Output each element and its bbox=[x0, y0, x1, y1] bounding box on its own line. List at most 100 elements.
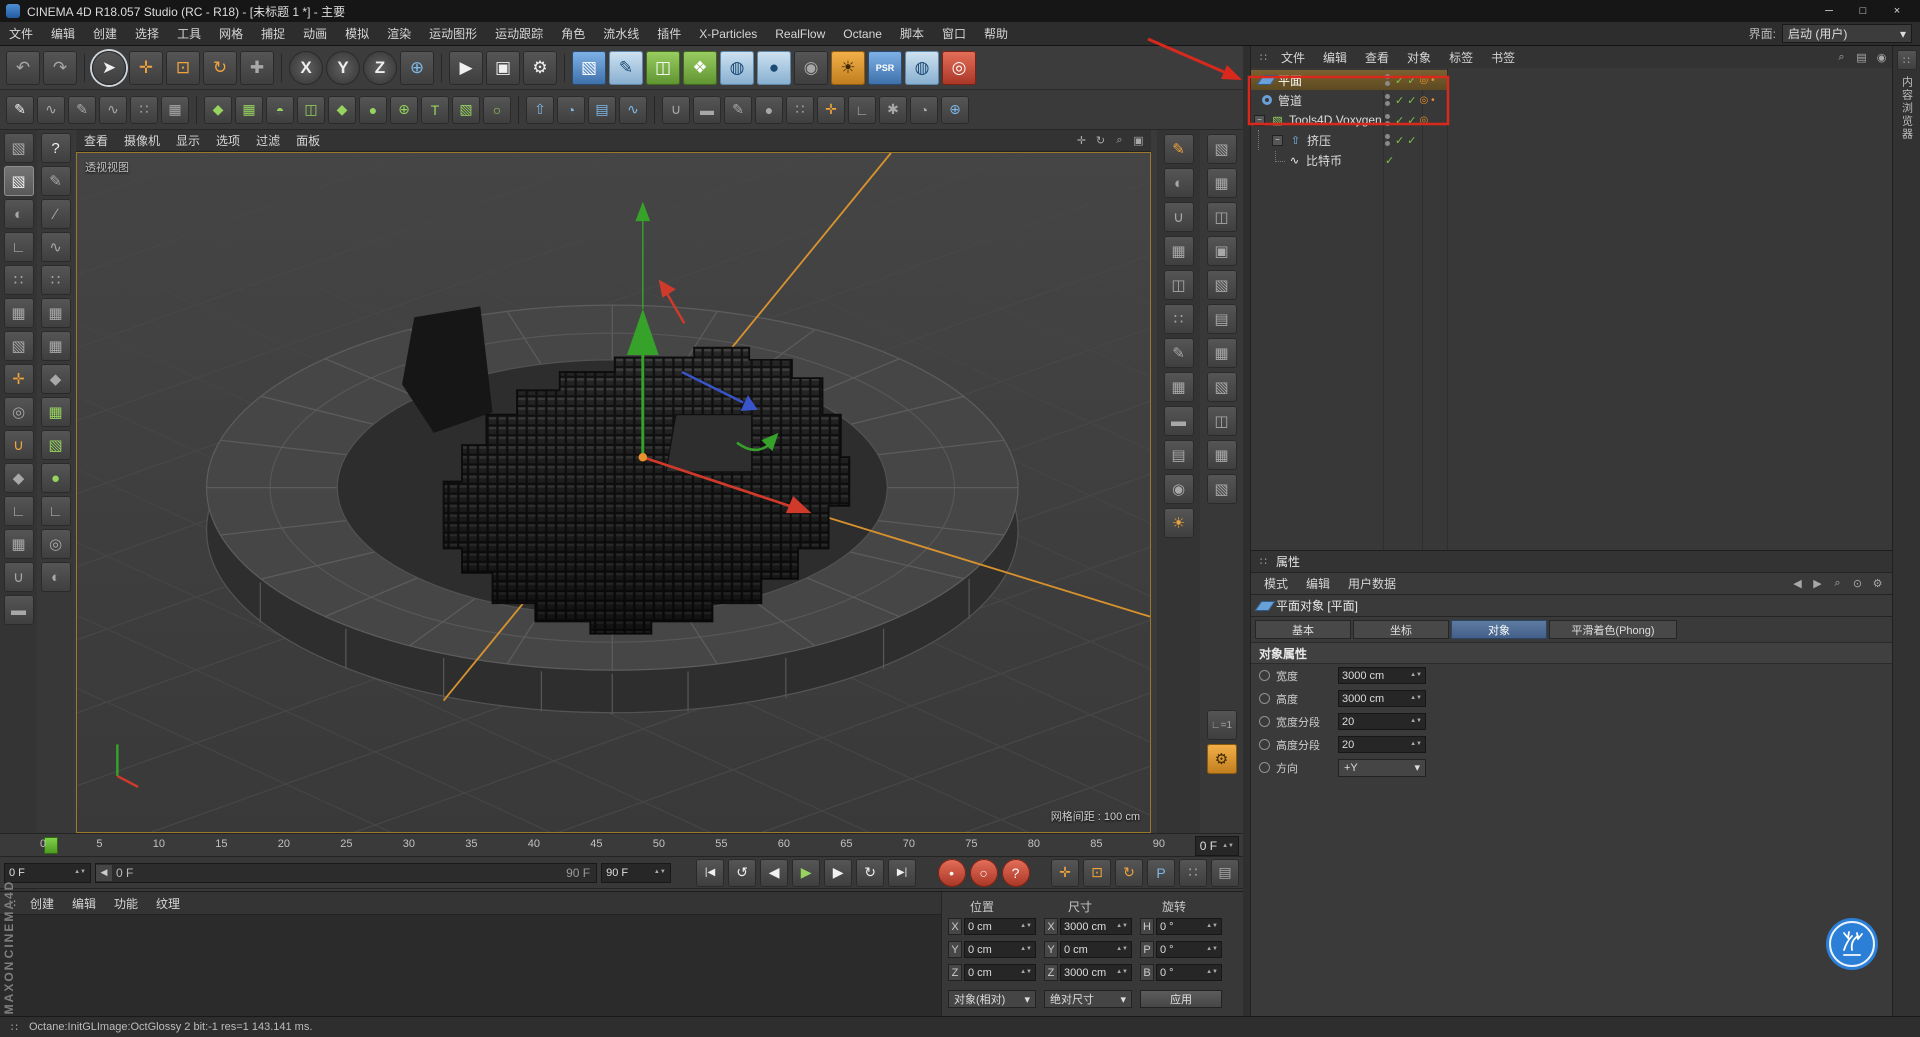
minimize-button[interactable]: ─ bbox=[1812, 0, 1846, 22]
vp-menu-view[interactable]: 查看 bbox=[76, 130, 116, 151]
enabled-check-icon[interactable]: ✓ bbox=[1395, 114, 1404, 127]
cylinder-icon[interactable]: ● bbox=[41, 463, 71, 493]
workplane-tool-icon[interactable]: ∟ bbox=[848, 96, 876, 124]
record-scale-toggle[interactable]: ⊡ bbox=[1083, 859, 1111, 887]
menu-tools[interactable]: 工具 bbox=[168, 22, 210, 45]
settings-gear-icon[interactable]: ⚙ bbox=[1869, 575, 1886, 592]
object-name[interactable]: 管道 bbox=[1278, 92, 1302, 109]
height-field[interactable]: 3000 cm▲▼ bbox=[1338, 690, 1426, 707]
size-z-field[interactable]: 3000 cm▲▼ bbox=[1060, 964, 1132, 981]
side-measure-icon[interactable]: ▬ bbox=[1164, 406, 1194, 436]
generator-dot-icon[interactable]: ◎ bbox=[1419, 115, 1428, 126]
pan-view-icon[interactable]: ✛ bbox=[1073, 132, 1090, 149]
menu-help[interactable]: 帮助 bbox=[975, 22, 1017, 45]
atom-array-icon[interactable]: ◆ bbox=[204, 96, 232, 124]
enabled-check-icon[interactable]: ✓ bbox=[1395, 74, 1404, 87]
sweep-nurbs-icon[interactable]: ∿ bbox=[619, 96, 647, 124]
menu-plugins[interactable]: 插件 bbox=[648, 22, 690, 45]
vertical-splitter[interactable] bbox=[1243, 46, 1250, 1016]
globe-tool-icon[interactable]: ⊕ bbox=[941, 96, 969, 124]
object-name[interactable]: 平面 bbox=[1278, 72, 1302, 89]
view-cube-icon-9[interactable]: ◫ bbox=[1207, 406, 1237, 436]
rot-p-field[interactable]: 0 °▲▼ bbox=[1156, 941, 1222, 958]
workplane-scale-icon[interactable]: ∟=1 bbox=[1207, 710, 1237, 740]
menu-window[interactable]: 窗口 bbox=[933, 22, 975, 45]
matrix-grid-icon[interactable]: ▦ bbox=[41, 331, 71, 361]
add-subdivision-icon[interactable]: ◫ bbox=[646, 51, 680, 85]
mouse-tool-icon[interactable]: ◎ bbox=[41, 529, 71, 559]
generator-dot-icon[interactable]: ◎ bbox=[1419, 95, 1428, 106]
find-icon[interactable]: ⌕ bbox=[1829, 575, 1846, 592]
width-field[interactable]: 3000 cm▲▼ bbox=[1338, 667, 1426, 684]
close-button[interactable]: × bbox=[1880, 0, 1914, 22]
pos-z-field[interactable]: 0 cm▲▼ bbox=[964, 964, 1036, 981]
visibility-dots-icon[interactable] bbox=[1385, 94, 1390, 106]
om-menu-view[interactable]: 查看 bbox=[1356, 46, 1398, 68]
side-brush-icon[interactable]: ✎ bbox=[1164, 338, 1194, 368]
menu-animate[interactable]: 动画 bbox=[294, 22, 336, 45]
render-picture-viewer-icon[interactable]: ▣ bbox=[486, 51, 520, 85]
cube-primitive-icon[interactable]: ▧ bbox=[452, 96, 480, 124]
lock-y-axis-icon[interactable]: Y bbox=[326, 51, 360, 85]
enable-axis-icon[interactable]: ✛ bbox=[4, 364, 34, 394]
points-mode-icon[interactable]: ∷ bbox=[4, 265, 34, 295]
menu-script[interactable]: 脚本 bbox=[891, 22, 933, 45]
knife-tool-icon[interactable]: ∕ bbox=[41, 199, 71, 229]
spline-pen-icon[interactable]: ✎ bbox=[41, 166, 71, 196]
mat-menu-create[interactable]: 创建 bbox=[21, 892, 63, 914]
record-options-button[interactable]: ? bbox=[1002, 859, 1030, 887]
mat-menu-texture[interactable]: 纹理 bbox=[147, 892, 189, 914]
vp-menu-panel[interactable]: 面板 bbox=[288, 130, 328, 151]
polygons-mode-icon[interactable]: ▧ bbox=[4, 331, 34, 361]
enabled-check-icon[interactable]: ✓ bbox=[1395, 134, 1404, 147]
lattice-icon[interactable]: ▦ bbox=[41, 397, 71, 427]
content-browser-tab[interactable]: 内容浏览器 bbox=[1899, 76, 1915, 141]
lock-z-axis-icon[interactable]: Z bbox=[363, 51, 397, 85]
measure-tool-icon[interactable]: ▬ bbox=[4, 595, 34, 625]
add-material-icon[interactable]: ● bbox=[757, 51, 791, 85]
add-spline-icon[interactable]: ✎ bbox=[609, 51, 643, 85]
vp-menu-camera[interactable]: 摄像机 bbox=[116, 130, 168, 151]
viewport-solo-icon[interactable]: ◎ bbox=[4, 397, 34, 427]
stitch-tool-icon[interactable]: ∿ bbox=[41, 232, 71, 262]
menu-xparticles[interactable]: X-Particles bbox=[690, 22, 766, 45]
view-cube-icon-11[interactable]: ▧ bbox=[1207, 474, 1237, 504]
object-name[interactable]: Tools4D Voxygen bbox=[1289, 113, 1382, 127]
psr-icon[interactable]: PSR bbox=[868, 51, 902, 85]
last-tool-icon[interactable]: ✚ bbox=[240, 51, 274, 85]
iron-tool-icon[interactable]: ▬ bbox=[693, 96, 721, 124]
menu-mograph[interactable]: 运动图形 bbox=[420, 22, 486, 45]
maximize-button[interactable]: □ bbox=[1846, 0, 1880, 22]
model-mode-icon[interactable]: ▧ bbox=[4, 166, 34, 196]
record-position-toggle[interactable]: ✛ bbox=[1051, 859, 1079, 887]
side-grid-icon[interactable]: ▦ bbox=[1164, 236, 1194, 266]
viewport-canvas[interactable]: 透视视图 网格间距 : 100 cm bbox=[76, 152, 1151, 833]
object-row-tube[interactable]: 管道 ✓ ✓ ◎ • bbox=[1251, 90, 1892, 110]
smooth-spline-icon[interactable]: ∿ bbox=[99, 96, 127, 124]
object-name[interactable]: 比特币 bbox=[1306, 152, 1342, 169]
soft-select-icon[interactable]: ◐ bbox=[41, 562, 71, 592]
height-segments-field[interactable]: 20▲▼ bbox=[1338, 736, 1426, 753]
render-settings-icon[interactable]: ⚙ bbox=[523, 51, 557, 85]
size-y-field[interactable]: 0 cm▲▼ bbox=[1060, 941, 1132, 958]
dial-tool-icon[interactable]: ◔ bbox=[910, 96, 938, 124]
lathe-nurbs-icon[interactable]: ◔ bbox=[557, 96, 585, 124]
sculpt-tool-icon[interactable]: ● bbox=[755, 96, 783, 124]
render-check-icon[interactable]: ✓ bbox=[1407, 94, 1416, 107]
pos-y-field[interactable]: 0 cm▲▼ bbox=[964, 941, 1036, 958]
menu-simulate[interactable]: 模拟 bbox=[336, 22, 378, 45]
edge-select-icon[interactable]: ▦ bbox=[161, 96, 189, 124]
selection-dots-icon[interactable]: ∷ bbox=[41, 265, 71, 295]
side-bookmark-icon[interactable]: ▤ bbox=[1164, 440, 1194, 470]
screw-tool-icon[interactable]: ✱ bbox=[879, 96, 907, 124]
orbit-view-icon[interactable]: ↻ bbox=[1092, 132, 1109, 149]
view-cube-icon-4[interactable]: ▣ bbox=[1207, 236, 1237, 266]
symmetry-icon[interactable]: ◫ bbox=[297, 96, 325, 124]
side-shade-icon[interactable]: ◐ bbox=[1164, 168, 1194, 198]
rotate-tool-icon[interactable]: ↻ bbox=[203, 51, 237, 85]
menu-create[interactable]: 创建 bbox=[84, 22, 126, 45]
help-icon[interactable]: ? bbox=[41, 133, 71, 163]
interface-dropdown[interactable]: 启动 (用户) ▾ bbox=[1782, 24, 1912, 43]
render-check-icon[interactable]: ✓ bbox=[1407, 114, 1416, 127]
boole-icon[interactable]: ◓ bbox=[266, 96, 294, 124]
